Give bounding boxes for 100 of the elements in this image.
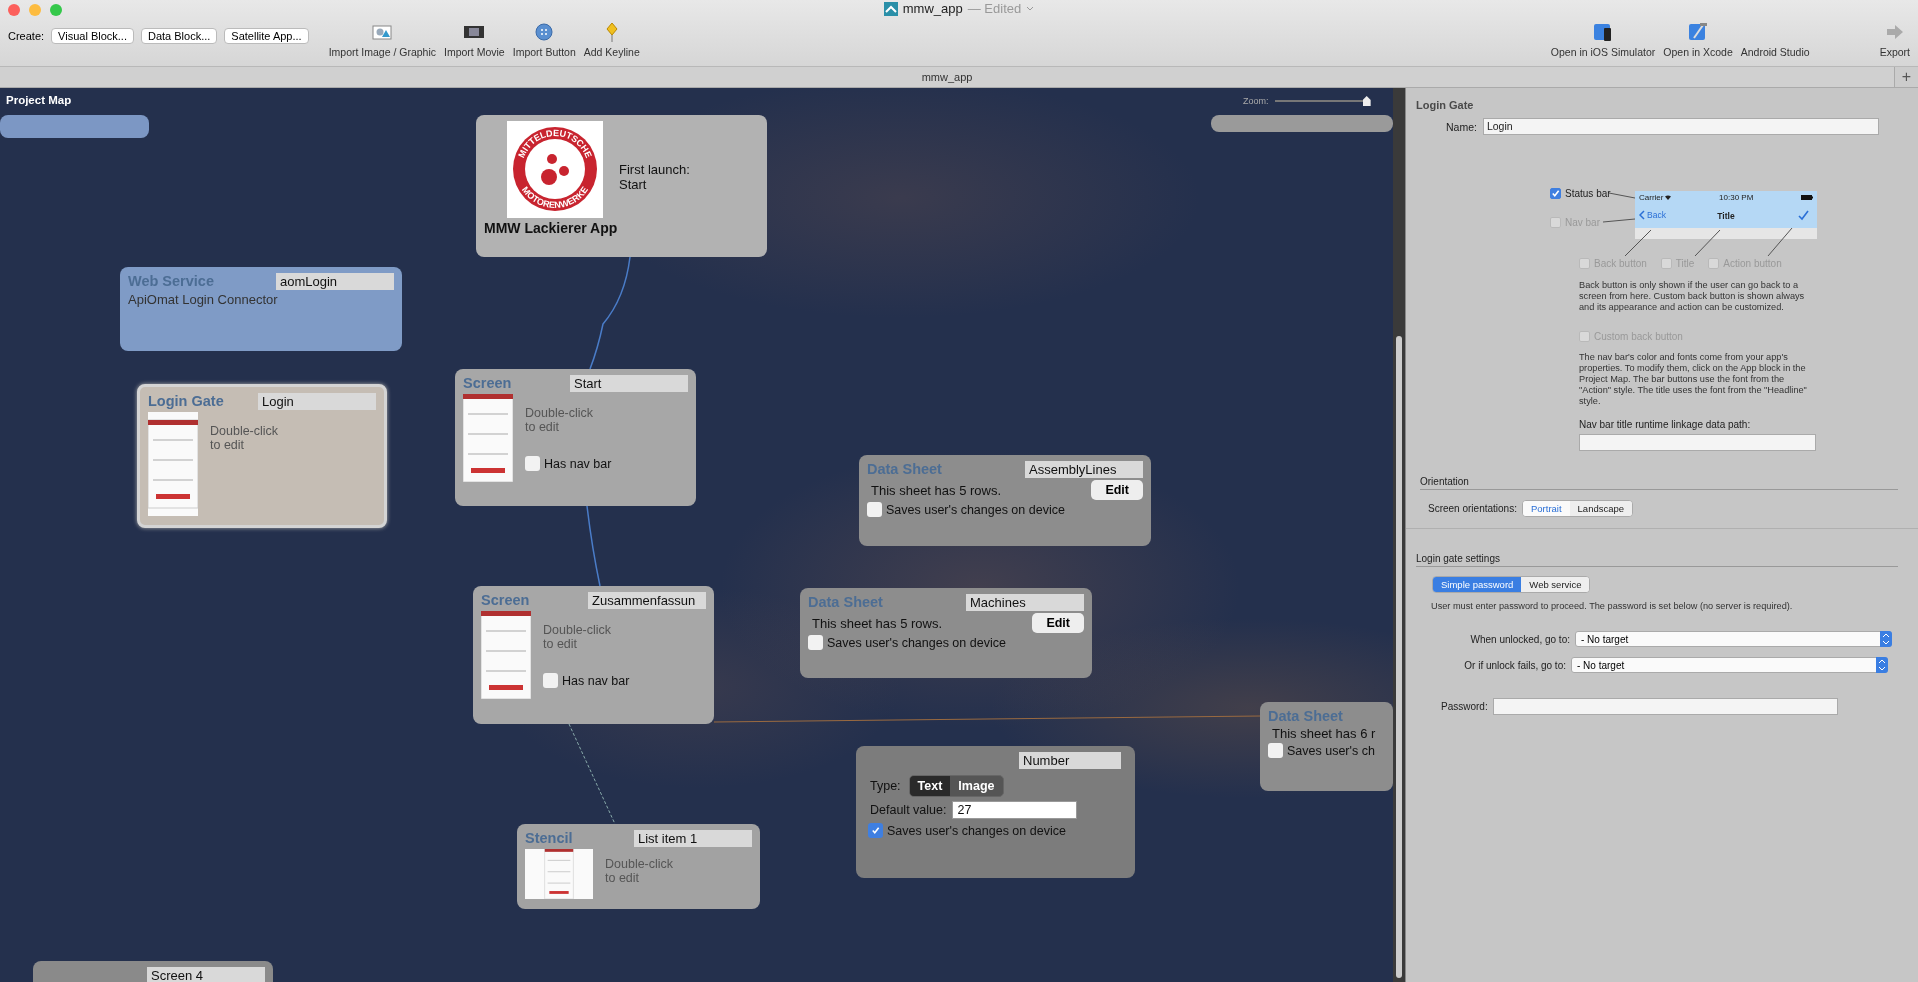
edit-hint: Double-click to edit	[605, 857, 674, 885]
create-button[interactable]: Satellite App...	[224, 28, 309, 44]
toolbar-button[interactable]: Open in iOS Simulator	[1550, 22, 1656, 58]
round-button-icon	[534, 22, 555, 42]
gate-block[interactable]: Login Gate Login Double-click to edit	[137, 384, 387, 528]
row-count-text: This sheet has 6 r	[1272, 726, 1376, 741]
add-tab-button[interactable]: +	[1894, 67, 1918, 87]
target-label: When unlocked, go to:	[1470, 633, 1570, 645]
close-icon[interactable]	[8, 4, 20, 16]
edit-button[interactable]: Edit	[1032, 613, 1084, 633]
mode-note: User must enter password to proceed. The password is set below (no server is required).	[1431, 601, 1793, 611]
data-sheet-block[interactable]: Data Sheet This sheet has 6 r Saves user's ch	[1260, 702, 1393, 791]
data-sheet-block[interactable]: Data Sheet Machines This sheet has 5 rows. Edit Saves user's changes on device	[800, 588, 1092, 678]
back-button-note: Back button is only shown if the user can go back to a screen from here. Custom back button is shown always and its appearance and action can be customized.	[1579, 280, 1806, 313]
checkbox[interactable]	[525, 456, 540, 471]
hammer-app-icon	[1688, 22, 1708, 42]
stub-block[interactable]	[1211, 115, 1393, 132]
checkbox[interactable]	[867, 502, 882, 517]
toolbar-button[interactable]: Export	[1879, 22, 1910, 58]
service-description: ApiOmat Login Connector	[128, 292, 279, 307]
block-name-field[interactable]: Login	[258, 393, 376, 410]
orientation-option[interactable]: Portrait	[1522, 501, 1570, 516]
edit-hint: Double-click to edit	[210, 424, 279, 452]
toolbar-button[interactable]: Add Keyline	[583, 22, 640, 58]
checkbox[interactable]	[1550, 188, 1561, 199]
stub-named-block[interactable]: Screen 4	[33, 961, 273, 982]
variable-block[interactable]: Number Type: Text Image Default value: 27 Saves user's changes on device	[856, 746, 1135, 878]
block-name-field[interactable]: Machines	[966, 594, 1084, 611]
default-value-label: Default value:	[870, 803, 947, 817]
type-label: Type:	[870, 779, 901, 793]
checkbox-label: Status bar	[1565, 188, 1611, 199]
wifi-icon	[1665, 195, 1672, 200]
checkbox-label: Saves user's ch	[1287, 743, 1375, 758]
project-map-canvas[interactable]	[0, 88, 1393, 982]
chevron-left-icon	[1639, 210, 1645, 220]
target-dropdown[interactable]: - No target	[1571, 657, 1888, 673]
picture-icon	[372, 22, 393, 42]
linkage-field[interactable]	[1579, 434, 1816, 451]
block-name-field[interactable]: Screen 4	[147, 967, 265, 982]
launch-target: Start	[619, 176, 648, 192]
checkmark-icon[interactable]	[1798, 210, 1809, 221]
password-field[interactable]	[1492, 698, 1838, 715]
stub-block[interactable]	[0, 115, 149, 138]
block-name-field[interactable]: Zusammenfassun	[588, 592, 706, 609]
screen-block[interactable]: Screen Start Double-click to edit Has nav bar	[455, 369, 696, 506]
launch-label: First launch:	[619, 161, 690, 177]
create-button[interactable]: Data Block...	[140, 28, 218, 44]
check-icon	[1551, 189, 1560, 198]
toolbar-button[interactable]: Import Movie	[444, 22, 505, 58]
edit-button[interactable]: Edit	[1091, 480, 1143, 500]
up-down-arrows-icon	[1880, 631, 1892, 647]
leader-line	[1602, 218, 1636, 223]
checkbox[interactable]	[1268, 743, 1283, 758]
block-name-field[interactable]: aomLogin	[276, 273, 394, 290]
edit-hint: Double-click to edit	[525, 406, 595, 434]
up-down-arrows-icon	[1876, 657, 1888, 673]
default-value-field[interactable]: 27	[952, 801, 1078, 819]
checkbox-label: Has nav bar	[562, 673, 630, 688]
checkbox[interactable]	[543, 673, 558, 688]
section-heading: Orientation	[1420, 476, 1469, 487]
app-icon	[883, 1, 898, 16]
edit-hint: Double-click to edit	[543, 623, 613, 651]
type-option[interactable]: Image	[950, 776, 1003, 796]
checkbox[interactable]	[868, 823, 883, 838]
target-dropdown[interactable]: - No target	[1575, 631, 1892, 647]
login-mode-option[interactable]: Simple password	[1433, 577, 1522, 592]
scrollbar-thumb[interactable]	[1396, 336, 1402, 978]
name-field[interactable]: Login	[1482, 118, 1879, 135]
toolbar-button[interactable]: Import Image / Graphic	[328, 22, 437, 58]
time-text: 10:30 PM	[1719, 193, 1754, 202]
block-type-label: Screen	[463, 375, 512, 391]
checkbox[interactable]	[808, 635, 823, 650]
app-name: MMW Lackierer App	[484, 220, 619, 236]
section-heading: Login gate settings	[1416, 553, 1500, 564]
phone-app-icon	[1593, 22, 1614, 42]
document-tab[interactable]: mmw_app	[921, 71, 973, 83]
check-icon	[871, 826, 880, 835]
block-type-label: Screen	[481, 592, 530, 608]
block-name-field[interactable]: AssemblyLines	[1025, 461, 1143, 478]
data-sheet-block[interactable]: Data Sheet AssemblyLines This sheet has 5 rows. Edit Saves user's changes on device	[859, 455, 1151, 546]
minimize-icon[interactable]	[29, 4, 41, 16]
type-option[interactable]: Text	[909, 776, 951, 796]
block-type-label: Stencil	[525, 830, 573, 846]
target-label: Or if unlock fails, go to:	[1464, 659, 1566, 671]
block-name-field[interactable]: Start	[570, 375, 688, 392]
chevron-down-icon[interactable]	[1026, 5, 1035, 12]
stencil-block[interactable]: Stencil List item 1 Double-click to edit	[517, 824, 760, 909]
maximize-icon[interactable]	[50, 4, 62, 16]
battery-icon	[1801, 195, 1813, 200]
carrier-text: Carrier	[1639, 193, 1664, 202]
leader-line	[1624, 229, 1652, 257]
block-name-field[interactable]: Number	[1019, 752, 1121, 769]
block-name-field[interactable]: List item 1	[634, 830, 752, 847]
screen-block[interactable]: Screen Zusammenfassun Double-click to edit Has nav bar	[473, 586, 714, 724]
screen-thumbnail	[525, 849, 593, 899]
toolbar-button[interactable]: Open in Xcode	[1663, 22, 1733, 58]
toolbar-button[interactable]: Import Button	[512, 22, 576, 58]
toolbar-button[interactable]: Android Studio	[1740, 22, 1810, 58]
preview-title: Title	[1717, 211, 1735, 221]
create-button[interactable]: Visual Block...	[51, 28, 134, 44]
